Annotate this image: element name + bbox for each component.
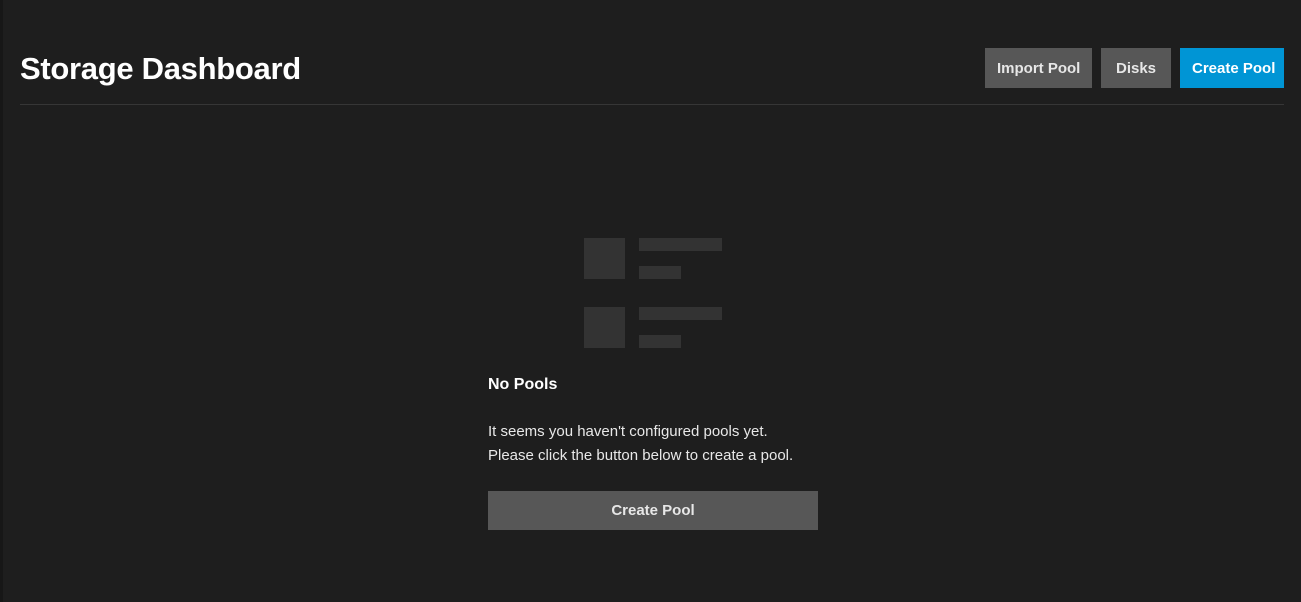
window-edge bbox=[0, 0, 3, 602]
storage-placeholder-icon bbox=[584, 238, 722, 348]
placeholder-line-top-short bbox=[639, 266, 681, 279]
empty-state-title: No Pools bbox=[488, 376, 558, 393]
page-title: Storage Dashboard bbox=[20, 51, 301, 86]
placeholder-block-bottom bbox=[584, 307, 625, 348]
import-pool-button[interactable]: Import Pool bbox=[985, 48, 1092, 88]
placeholder-block-top bbox=[584, 238, 625, 279]
empty-state-message-line-1: It seems you haven't configured pools ye… bbox=[488, 423, 768, 440]
placeholder-line-top-long bbox=[639, 238, 722, 251]
header-actions: Import Pool Disks Create Pool bbox=[985, 48, 1284, 88]
create-pool-button[interactable]: Create Pool bbox=[1180, 48, 1284, 88]
storage-dashboard-header: Storage Dashboard Import Pool Disks Crea… bbox=[20, 47, 1284, 105]
empty-state-create-pool-button[interactable]: Create Pool bbox=[488, 491, 818, 530]
placeholder-line-bottom-long bbox=[639, 307, 722, 320]
empty-state-message-line-2: Please click the button below to create … bbox=[488, 447, 794, 464]
disks-button[interactable]: Disks bbox=[1101, 48, 1171, 88]
empty-state-message: It seems you haven't configured pools ye… bbox=[488, 420, 818, 468]
placeholder-line-bottom-short bbox=[639, 335, 681, 348]
